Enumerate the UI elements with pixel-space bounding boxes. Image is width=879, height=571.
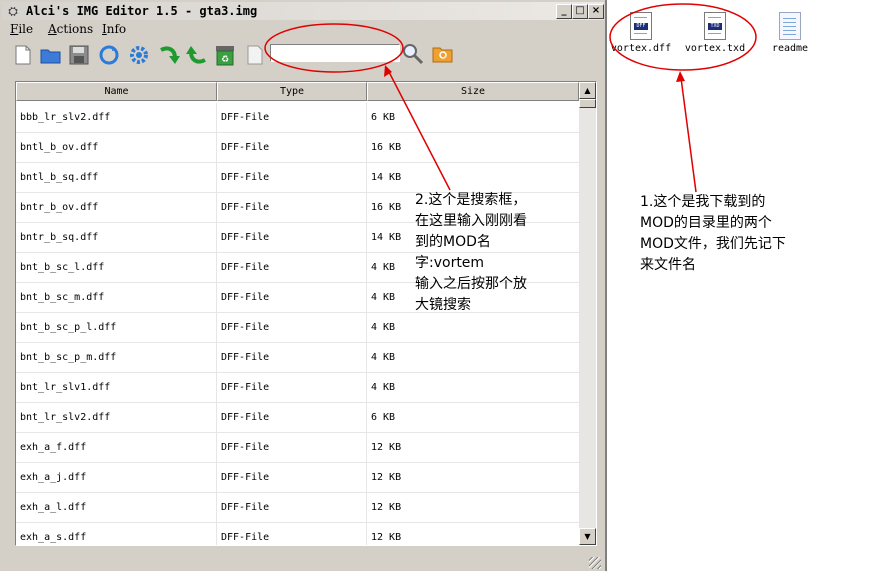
cell-type: DFF-File (217, 433, 367, 463)
search-input[interactable] (270, 44, 400, 62)
cell-size: 12 KB (371, 472, 402, 483)
file-label: vortex.txd (684, 43, 746, 54)
cell-name: exh_a_j.dff (16, 463, 217, 493)
scroll-thumb[interactable] (579, 99, 596, 108)
menu-file[interactable]: File (10, 22, 33, 36)
table-rows: bbb_lr_slv2.dff DFF-File 6 KB bntl_b_ov.df… (16, 103, 579, 545)
column-header-name[interactable]: Name (16, 82, 217, 101)
desktop-file-vortex-dff[interactable]: DFF vortex.dff (610, 12, 672, 54)
cell-type: DFF-File (217, 313, 367, 343)
table-row[interactable]: exh_a_l.dff DFF-File 12 KB (16, 493, 579, 523)
cell-type: DFF-File (217, 223, 367, 253)
cell-type: DFF-File (217, 163, 367, 193)
close-button[interactable]: × (588, 4, 604, 19)
cell-name: bbb_lr_slv2.dff (16, 103, 217, 133)
desktop-file-readme[interactable]: readme (766, 12, 814, 54)
menu-bar: File Actions Info (2, 21, 604, 39)
window-title: Alci's IMG Editor 1.5 - gta3.img (26, 4, 258, 18)
cell-type: DFF-File (217, 343, 367, 373)
cell-name: exh_a_l.dff (16, 493, 217, 523)
title-bar[interactable]: ⛭ Alci's IMG Editor 1.5 - gta3.img _ □ × (2, 2, 604, 20)
table-row[interactable]: bbb_lr_slv2.dff DFF-File 6 KB (16, 103, 579, 133)
cell-type: DFF-File (217, 103, 367, 133)
annotation-search-note: 2.这个是搜索框， 在这里输入刚刚看 到的MOD名 字:vortem 输入之后按… (415, 192, 527, 313)
cell-name: bnt_b_sc_l.dff (16, 253, 217, 283)
svg-text:♻: ♻ (221, 55, 229, 65)
cell-type: DFF-File (217, 463, 367, 493)
cell-name: bntr_b_sq.dff (16, 223, 217, 253)
table-row[interactable]: bnt_lr_slv1.dff DFF-File 4 KB (16, 373, 579, 403)
cell-size: 6 KB (371, 112, 396, 123)
cell-size: 12 KB (371, 442, 402, 453)
table-row[interactable]: bnt_lr_slv2.dff DFF-File 6 KB (16, 403, 579, 433)
table-row[interactable]: bntl_b_ov.dff DFF-File 16 KB (16, 133, 579, 163)
cell-type: DFF-File (217, 193, 367, 223)
cell-type: DFF-File (217, 253, 367, 283)
cell-size: 12 KB (371, 502, 402, 513)
menu-actions[interactable]: Actions (48, 22, 93, 36)
cell-name: exh_a_s.dff (16, 523, 217, 545)
resize-grip[interactable] (589, 557, 601, 569)
cell-type: DFF-File (217, 523, 367, 545)
column-header-size[interactable]: Size (367, 82, 579, 101)
rebuild-recycle-icon[interactable]: ♻ (212, 42, 238, 68)
txd-file-icon: TXD (704, 12, 726, 40)
scroll-down-button[interactable]: ▼ (579, 528, 596, 545)
cell-type: DFF-File (217, 133, 367, 163)
save-icon[interactable] (66, 42, 92, 68)
cell-name: bntl_b_sq.dff (16, 163, 217, 193)
cell-name: bntr_b_ov.dff (16, 193, 217, 223)
scroll-up-button[interactable]: ▲ (579, 82, 596, 99)
table-row[interactable]: bnt_b_sc_p_m.dff DFF-File 4 KB (16, 343, 579, 373)
file-label: vortex.dff (610, 43, 672, 54)
files-arrow (680, 77, 697, 193)
cell-size: 12 KB (371, 532, 402, 543)
dff-file-icon: DFF (630, 12, 652, 40)
magnifier-icon[interactable] (402, 43, 424, 65)
cell-size: 4 KB (371, 322, 396, 333)
maximize-button[interactable]: □ (572, 4, 588, 19)
cell-name: bnt_lr_slv2.dff (16, 403, 217, 433)
export-arrow-icon[interactable] (184, 42, 210, 68)
desktop-file-vortex-txd[interactable]: TXD vortex.txd (683, 12, 747, 54)
cell-name: exh_a_f.dff (16, 433, 217, 463)
table-header: Name Type Size (16, 82, 579, 102)
cell-type: DFF-File (217, 493, 367, 523)
cell-size: 4 KB (371, 352, 396, 363)
new-file-icon[interactable] (10, 42, 36, 68)
table-row[interactable]: exh_a_s.dff DFF-File 12 KB (16, 523, 579, 545)
cell-name: bnt_b_sc_p_l.dff (16, 313, 217, 343)
files-arrowhead (676, 71, 685, 82)
file-label: readme (771, 43, 809, 54)
refresh-icon[interactable] (96, 42, 122, 68)
app-icon: ⛭ (8, 4, 18, 18)
text-file-icon (779, 12, 801, 40)
table-row[interactable]: exh_a_j.dff DFF-File 12 KB (16, 463, 579, 493)
cell-size: 16 KB (371, 142, 402, 153)
cell-type: DFF-File (217, 403, 367, 433)
cell-name: bnt_lr_slv1.dff (16, 373, 217, 403)
cell-size: 6 KB (371, 412, 396, 423)
vertical-scrollbar[interactable]: ▲ ▼ (579, 82, 596, 545)
import-arrow-icon[interactable] (156, 42, 182, 68)
menu-info[interactable]: Info (102, 22, 126, 36)
cell-name: bnt_b_sc_m.dff (16, 283, 217, 313)
cell-size: 14 KB (371, 172, 402, 183)
cell-name: bntl_b_ov.dff (16, 133, 217, 163)
settings-gear-icon[interactable] (126, 42, 152, 68)
table-row[interactable]: exh_a_f.dff DFF-File 12 KB (16, 433, 579, 463)
new-doc-icon[interactable] (242, 42, 268, 68)
folder-search-icon[interactable] (432, 45, 454, 65)
cell-size: 4 KB (371, 382, 396, 393)
table-row[interactable]: bntl_b_sq.dff DFF-File 14 KB (16, 163, 579, 193)
cell-type: DFF-File (217, 373, 367, 403)
column-header-type[interactable]: Type (217, 82, 367, 101)
annotation-files-note: 1.这个是我下载到的 MOD的目录里的两个 MOD文件，我们先记下 来文件名 (640, 194, 786, 273)
cell-name: bnt_b_sc_p_m.dff (16, 343, 217, 373)
minimize-button[interactable]: _ (556, 4, 572, 19)
cell-type: DFF-File (217, 283, 367, 313)
table-row[interactable]: bnt_b_sc_p_l.dff DFF-File 4 KB (16, 313, 579, 343)
open-folder-icon[interactable] (38, 42, 64, 68)
